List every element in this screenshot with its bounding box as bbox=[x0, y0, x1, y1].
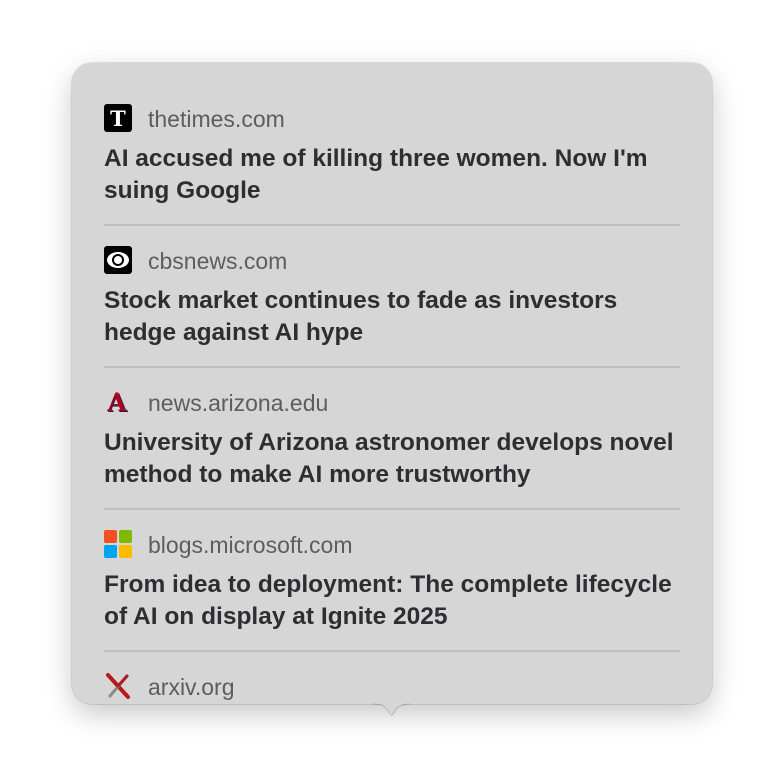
source-item-arizona[interactable]: A A news.arizona.edu University of Arizo… bbox=[104, 347, 680, 489]
arizona-a-icon: A A bbox=[104, 388, 132, 418]
svg-text:T: T bbox=[110, 106, 126, 131]
source-headline: Stock market continues to fade as invest… bbox=[104, 287, 618, 346]
source-row: A A news.arizona.edu bbox=[104, 387, 680, 419]
source-domain: blogs.microsoft.com bbox=[148, 532, 353, 558]
times-t-icon: T bbox=[104, 104, 132, 132]
source-domain: thetimes.com bbox=[148, 106, 285, 132]
popover-pointer bbox=[366, 690, 416, 716]
microsoft-logo-icon bbox=[104, 530, 132, 558]
cbs-eye-icon bbox=[104, 246, 132, 274]
source-domain: news.arizona.edu bbox=[148, 390, 329, 416]
source-row: blogs.microsoft.com bbox=[104, 529, 680, 561]
source-item-cbsnews[interactable]: cbsnews.com Stock market continues to fa… bbox=[104, 205, 680, 347]
source-domain: cbsnews.com bbox=[148, 248, 288, 274]
source-row: T thetimes.com bbox=[104, 103, 680, 135]
sources-popover: T thetimes.com AI accused me of killing … bbox=[72, 63, 712, 704]
svg-text:A: A bbox=[106, 388, 127, 416]
source-row: cbsnews.com bbox=[104, 245, 680, 277]
arxiv-x-icon bbox=[104, 672, 132, 700]
source-domain: arxiv.org bbox=[148, 674, 235, 700]
source-headline: University of Arizona astronomer develop… bbox=[104, 429, 674, 488]
source-headline: AI accused me of killing three women. No… bbox=[104, 145, 648, 204]
source-item-microsoft[interactable]: blogs.microsoft.com From idea to deploym… bbox=[104, 489, 680, 631]
source-item-thetimes[interactable]: T thetimes.com AI accused me of killing … bbox=[104, 63, 680, 205]
source-headline: From idea to deployment: The complete li… bbox=[104, 571, 672, 630]
